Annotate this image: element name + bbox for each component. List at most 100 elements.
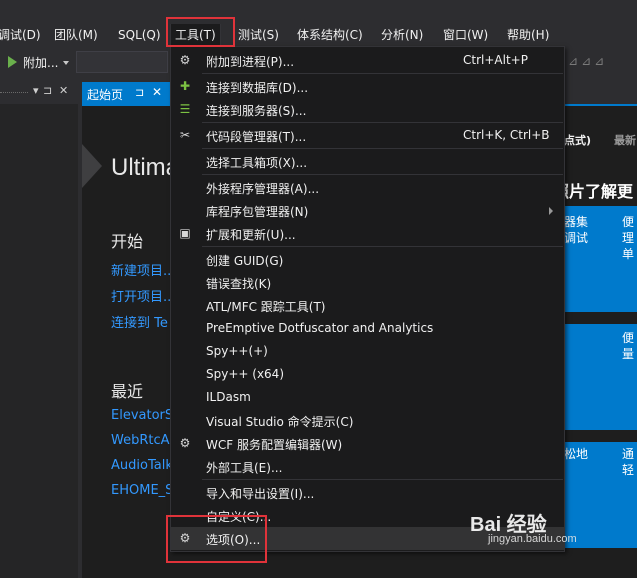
menu-item-external-tools[interactable]: 外部工具(E)... <box>171 455 564 478</box>
toolbar-icons: ⊿⊿⊿ <box>568 54 637 72</box>
start-icon[interactable] <box>8 56 17 68</box>
menu-item-label: 连接到数据库(D)... <box>206 81 309 95</box>
menu-item-dotfuscator[interactable]: PreEmptive Dotfuscator and Analytics <box>171 317 564 340</box>
bookmark-next-icon[interactable]: ⊿ <box>581 54 594 68</box>
watermark-url: jingyan.baidu.com <box>488 533 577 545</box>
news-tile[interactable]: 通 轻 <box>600 442 637 548</box>
highlight-box-options <box>166 515 267 563</box>
menu-item-label: ATL/MFC 跟踪工具(T) <box>206 300 326 314</box>
drag-handle[interactable] <box>0 92 28 93</box>
toolbar-combo[interactable] <box>76 51 168 73</box>
menu-item-connect-server[interactable]: ☰ 连接到服务器(S)... <box>171 98 564 121</box>
menu-item-shortcut: Ctrl+K, Ctrl+B <box>463 128 550 142</box>
menu-item-label: Visual Studio 命令提示(C) <box>206 415 354 429</box>
menu-item-spy[interactable]: Spy++(+) <box>171 340 564 363</box>
menu-separator <box>202 246 563 247</box>
tile-text: 便 理 单 <box>622 215 635 261</box>
chevron-down-icon[interactable] <box>63 61 69 65</box>
menu-item-code-snippet[interactable]: ✂ 代码段管理器(T)... Ctrl+K, Ctrl+B <box>171 124 564 147</box>
highlight-box-tools <box>166 17 235 47</box>
tile-text: 便 量 <box>622 331 635 361</box>
connect-server-icon: ☰ <box>179 102 191 116</box>
left-tool-panel: ▾ ⊐ ✕ <box>0 82 78 578</box>
left-panel-header: ▾ ⊐ ✕ <box>0 82 78 104</box>
tile-text: 器集 调试 <box>564 215 589 245</box>
pin-icon[interactable]: ⊐ <box>43 84 52 97</box>
recent-item[interactable]: WebRtcA <box>111 433 170 448</box>
menu-item-addin-manager[interactable]: 外接程序管理器(A)... <box>171 176 564 199</box>
menu-separator <box>202 174 563 175</box>
right-tab[interactable]: 最新 <box>614 132 636 148</box>
right-tab[interactable]: 点式) <box>564 132 591 148</box>
menu-item-label: 错误查找(K) <box>206 277 272 291</box>
menu-separator <box>202 122 563 123</box>
menu-item-label: 代码段管理器(T)... <box>206 130 307 144</box>
news-tile[interactable]: 便 量 <box>600 324 637 430</box>
pin-icon[interactable]: ⊐ <box>135 86 144 99</box>
menu-item-library-package[interactable]: 库程序包管理器(N) <box>171 199 564 222</box>
arrow-icon <box>82 144 102 188</box>
menu-item-error-lookup[interactable]: 错误查找(K) <box>171 271 564 294</box>
menu-item-ildasm[interactable]: ILDasm <box>171 386 564 409</box>
menu-item-spy-x64[interactable]: Spy++ (x64) <box>171 363 564 386</box>
page-title: Ultima <box>111 154 180 181</box>
menu-item-wcf-config[interactable]: ⚙ WCF 服务配置编辑器(W) <box>171 432 564 455</box>
menu-item-label: 库程序包管理器(N) <box>206 205 309 219</box>
menu-item-label: WCF 服务配置编辑器(W) <box>206 438 343 452</box>
attach-process-icon: ⚙ <box>179 53 191 67</box>
tile-text: 松地 <box>564 447 589 461</box>
menu-item-label: PreEmptive Dotfuscator and Analytics <box>206 321 434 335</box>
menu-item-create-guid[interactable]: 创建 GUID(G) <box>171 248 564 271</box>
menu-bar: 调试(D) 团队(M) SQL(Q) 工具(T) 测试(S) 体系结构(C) 分… <box>0 24 637 47</box>
tab-start-page[interactable]: 起始页 ⊐ ✕ <box>82 82 170 104</box>
menu-item-label: 外部工具(E)... <box>206 461 283 475</box>
baidu-watermark: Bai 经验 jingyan.baidu.com <box>470 508 577 545</box>
recent-item[interactable]: ElevatorS <box>111 408 173 423</box>
menu-analyze[interactable]: 分析(N) <box>381 24 423 47</box>
open-project-link[interactable]: 打开项目... <box>111 286 175 305</box>
menu-item-label: 选择工具箱项(X)... <box>206 156 308 170</box>
recent-item[interactable]: EHOME_S <box>111 483 173 498</box>
tile-text: 通 轻 <box>622 447 635 477</box>
menu-test[interactable]: 测试(S) <box>238 24 279 47</box>
menu-separator <box>202 73 563 74</box>
connect-link[interactable]: 连接到 Te <box>111 312 168 331</box>
dropdown-icon[interactable]: ▾ <box>33 84 39 97</box>
start-heading: 开始 <box>111 232 144 251</box>
menu-help[interactable]: 帮助(H) <box>507 24 549 47</box>
menu-item-connect-database[interactable]: ✚ 连接到数据库(D)... <box>171 75 564 98</box>
menu-item-extensions[interactable]: ▣ 扩展和更新(U)... <box>171 222 564 245</box>
new-project-link[interactable]: 新建项目... <box>111 260 175 279</box>
menu-debug[interactable]: 调试(D) <box>0 24 41 47</box>
menu-window[interactable]: 窗口(W) <box>443 24 488 47</box>
menu-architecture[interactable]: 体系结构(C) <box>297 24 363 47</box>
menu-separator <box>202 479 563 480</box>
recent-item[interactable]: AudioTalk <box>111 458 173 473</box>
bookmark-icon[interactable]: ⊿ <box>568 54 581 68</box>
news-tile[interactable]: 便 理 单 <box>600 206 637 312</box>
menu-item-attach-process[interactable]: ⚙ 附加到进程(P)... Ctrl+Alt+P <box>171 49 564 72</box>
menu-sql[interactable]: SQL(Q) <box>118 24 161 47</box>
bookmark-prev-icon[interactable]: ⊿ <box>594 54 607 68</box>
close-icon[interactable]: ✕ <box>152 85 162 99</box>
connect-database-icon: ✚ <box>179 79 191 93</box>
menu-team[interactable]: 团队(M) <box>54 24 98 47</box>
menu-item-label: 创建 GUID(G) <box>206 254 284 268</box>
wcf-config-icon: ⚙ <box>179 436 191 450</box>
menu-item-label: Spy++ (x64) <box>206 367 284 381</box>
menu-item-label: 扩展和更新(U)... <box>206 228 296 242</box>
menu-item-label: 外接程序管理器(A)... <box>206 182 320 196</box>
extensions-icon: ▣ <box>179 226 191 240</box>
submenu-arrow-icon <box>549 207 553 215</box>
menu-separator <box>202 148 563 149</box>
menu-item-choose-toolbox[interactable]: 选择工具箱项(X)... <box>171 150 564 173</box>
menu-item-atl-mfc-trace[interactable]: ATL/MFC 跟踪工具(T) <box>171 294 564 317</box>
close-icon[interactable]: ✕ <box>59 84 68 97</box>
right-heading: 照片了解更 <box>553 182 634 201</box>
menu-item-label: 连接到服务器(S)... <box>206 104 307 118</box>
menu-item-vs-command-prompt[interactable]: Visual Studio 命令提示(C) <box>171 409 564 432</box>
menu-item-import-export[interactable]: 导入和导出设置(I)... <box>171 481 564 504</box>
attach-button[interactable]: 附加... <box>23 54 58 71</box>
menu-item-label: 导入和导出设置(I)... <box>206 487 315 501</box>
menu-item-label: Spy++(+) <box>206 344 268 358</box>
